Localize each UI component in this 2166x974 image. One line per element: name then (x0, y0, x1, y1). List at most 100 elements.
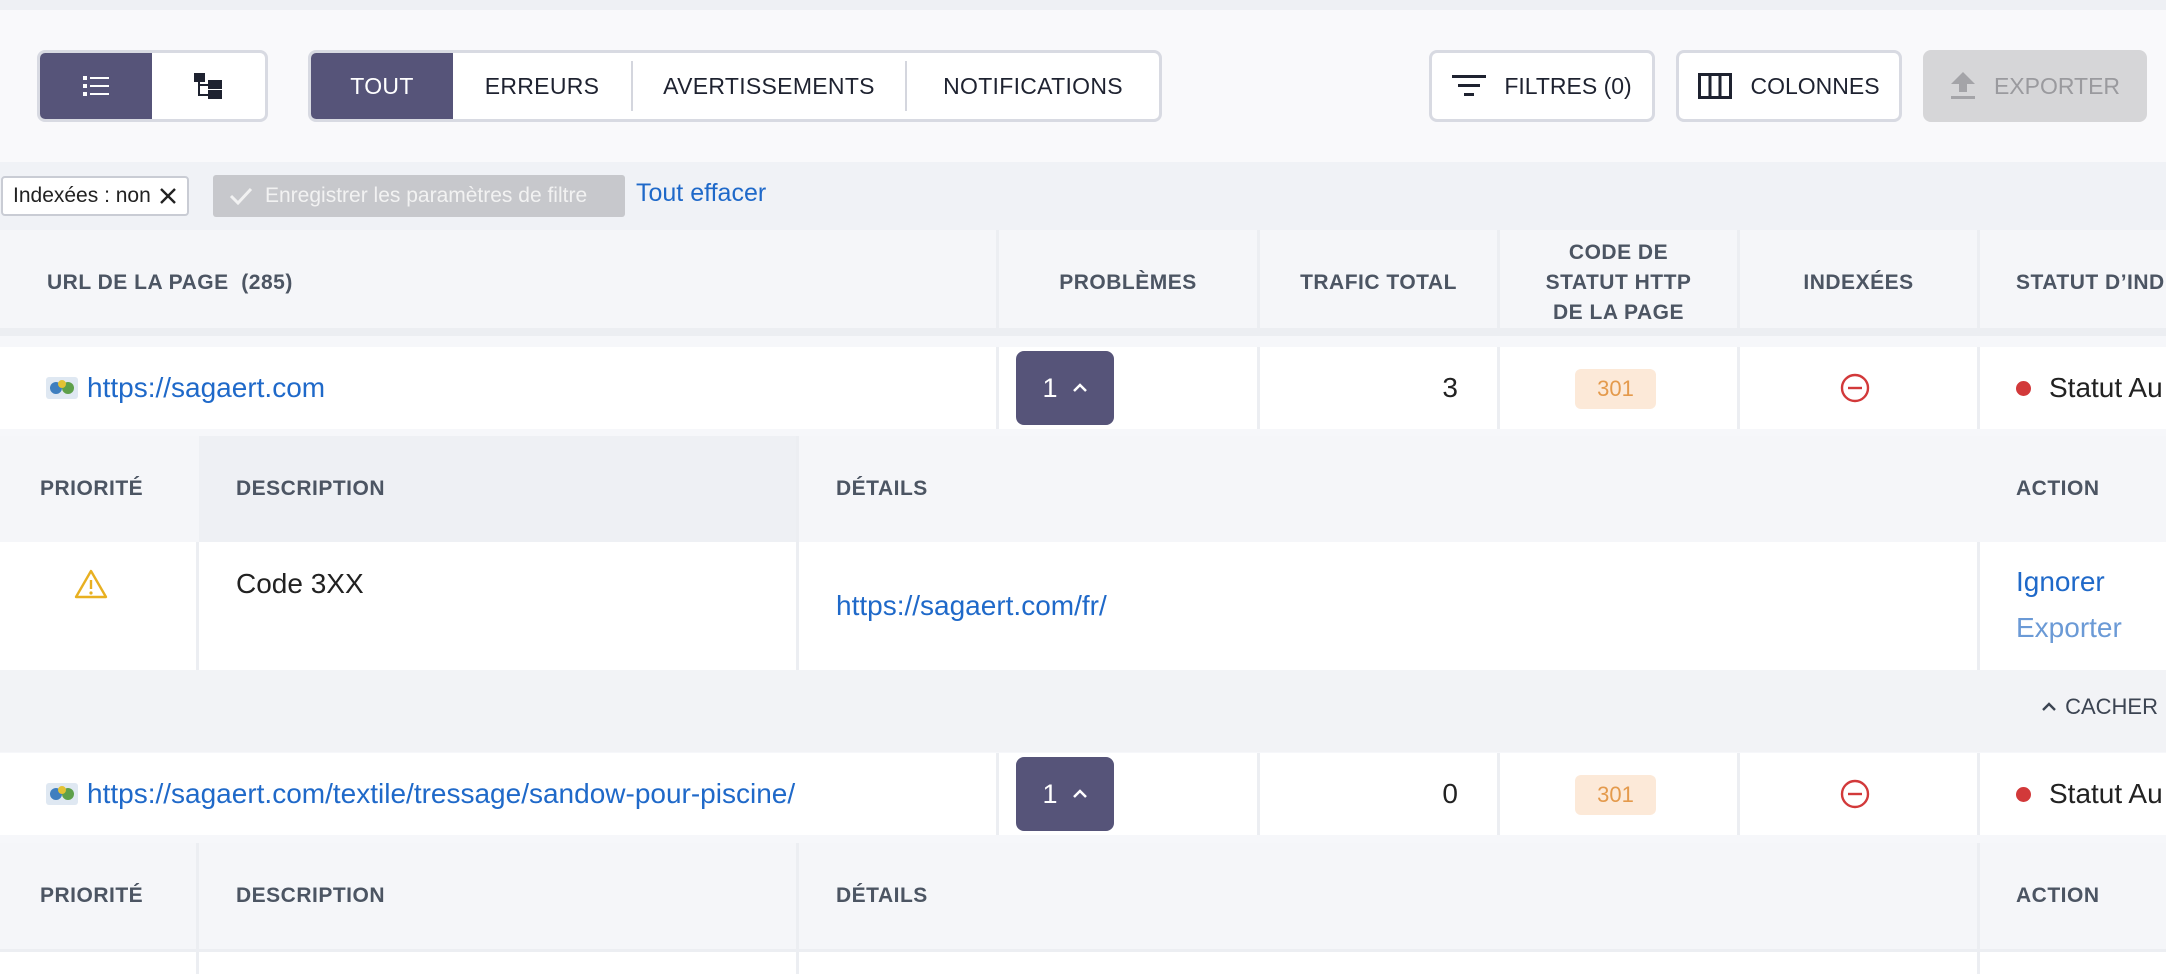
page-url-link[interactable]: https://sagaert.com (45, 347, 325, 429)
issue-description: Code 3XX (236, 568, 364, 599)
table-row: https://sagaert.com 1 3 301 Statut Au (0, 347, 2166, 429)
chevron-up-icon (1072, 789, 1088, 799)
save-filter-settings-button[interactable]: Enregistrer les paramètres de filtre (213, 175, 625, 217)
subcol-description: DESCRIPTION (236, 884, 386, 907)
column-divider (196, 542, 199, 670)
status-dot (2016, 786, 2031, 802)
table-header: URL DE LA PAGE (285) PROBLÈMES TRAFIC TO… (0, 230, 2166, 336)
columns-label: COLONNES (1750, 72, 1880, 99)
status-code-badge: 301 (1575, 775, 1656, 815)
export-label: EXPORTER (1993, 72, 2121, 99)
col-header-problems[interactable]: PROBLÈMES (999, 230, 1257, 336)
subcol-priority: PRIORITÉ (40, 884, 144, 907)
tree-view-button[interactable] (152, 53, 264, 119)
column-divider (796, 952, 799, 974)
toolbar: TOUT ERREURS AVERTISSEMENTS NOTIFICATION… (0, 10, 2166, 162)
status-code-badge: 301 (1575, 369, 1656, 409)
filter-chip-label: Indexées : non (13, 184, 151, 207)
column-divider (196, 952, 199, 974)
page-url-link[interactable]: https://sagaert.com/textile/tressage/san… (45, 753, 795, 835)
tab-tout[interactable]: TOUT (311, 53, 453, 119)
favicon-icon (45, 373, 79, 403)
check-icon (229, 187, 253, 205)
issue-row (0, 949, 2166, 974)
col-header-status-code[interactable]: CODE DE STATUT HTTP DE LA PAGE (1500, 230, 1737, 336)
filters-label: FILTRES (0) (1504, 72, 1632, 99)
traffic-value: 0 (1442, 778, 1458, 809)
filter-icon (1452, 74, 1487, 98)
problems-toggle-button[interactable]: 1 (1016, 757, 1114, 831)
index-status: Statut Au (2016, 347, 2163, 429)
favicon-icon (45, 779, 79, 809)
ignore-link[interactable]: Ignorer (2016, 562, 2105, 602)
list-icon (83, 75, 109, 97)
list-view-button[interactable] (40, 53, 152, 119)
subcol-action: ACTION (2016, 477, 2100, 500)
page: TOUT ERREURS AVERTISSEMENTS NOTIFICATION… (0, 0, 2166, 974)
active-filters-bar: Indexées : non Enregistrer les paramètre… (0, 162, 2166, 230)
tab-avertissements[interactable]: AVERTISSEMENTS (633, 53, 905, 119)
problems-count: 1 (1042, 372, 1058, 403)
hide-button[interactable]: CACHER (2041, 694, 2158, 720)
tab-erreurs[interactable]: ERREURS (453, 53, 631, 119)
warning-icon (74, 564, 108, 604)
not-indexed-icon (1840, 753, 1870, 835)
tab-notifications[interactable]: NOTIFICATIONS (907, 53, 1159, 119)
severity-tabs: TOUT ERREURS AVERTISSEMENTS NOTIFICATION… (308, 50, 1162, 122)
column-divider (196, 843, 199, 949)
problems-count: 1 (1042, 778, 1058, 809)
columns-icon (1698, 73, 1733, 99)
column-divider (796, 542, 799, 670)
index-status-text: Statut Au (2049, 778, 2163, 809)
column-divider (996, 753, 999, 835)
column-divider (1257, 347, 1260, 429)
close-icon[interactable] (159, 187, 177, 205)
subcol-action: ACTION (2016, 884, 2100, 907)
column-divider (1737, 753, 1740, 835)
tree-icon (194, 73, 222, 99)
issues-subtable-header: PRIORITÉ DESCRIPTION DÉTAILS ACTION (0, 436, 2166, 542)
col-header-traffic[interactable]: TRAFIC TOTAL (1260, 230, 1497, 336)
column-divider (1737, 347, 1740, 429)
column-divider (1977, 952, 1980, 974)
column-divider (796, 436, 799, 542)
filter-chip-indexed[interactable]: Indexées : non (1, 176, 189, 216)
subcol-details: DÉTAILS (836, 884, 928, 907)
column-divider (1497, 753, 1500, 835)
column-divider (1257, 753, 1260, 835)
table-row: https://sagaert.com/textile/tressage/san… (0, 753, 2166, 835)
column-divider (1977, 753, 1980, 835)
chevron-up-icon (1072, 383, 1088, 393)
issue-row: Code 3XX https://sagaert.com/fr/ Ignorer… (0, 542, 2166, 670)
column-divider (1977, 347, 1980, 429)
index-status-text: Statut Au (2049, 372, 2163, 403)
subcol-priority: PRIORITÉ (40, 477, 144, 500)
hide-label: CACHER (2065, 694, 2158, 719)
subcol-description: DESCRIPTION (199, 436, 796, 542)
column-divider (996, 347, 999, 429)
view-toggle (37, 50, 268, 122)
chevron-up-icon (2041, 702, 2057, 712)
upload-icon (1950, 72, 1976, 100)
problems-toggle-button[interactable]: 1 (1016, 351, 1114, 425)
column-divider (796, 843, 799, 949)
top-strip (0, 0, 2166, 10)
not-indexed-icon (1840, 347, 1870, 429)
column-divider (1977, 230, 1980, 328)
issue-details-link[interactable]: https://sagaert.com/fr/ (836, 584, 1107, 628)
columns-button[interactable]: COLONNES (1676, 50, 1902, 122)
filters-button[interactable]: FILTRES (0) (1429, 50, 1655, 122)
column-divider (1977, 542, 1980, 670)
export-issue-link[interactable]: Exporter (2016, 608, 2122, 648)
clear-all-link[interactable]: Tout effacer (636, 179, 766, 208)
export-button[interactable]: EXPORTER (1923, 50, 2147, 122)
save-filter-label: Enregistrer les paramètres de filtre (265, 184, 588, 207)
col-header-index-status[interactable]: STATUT D’IND (2016, 230, 2165, 336)
col-header-indexed[interactable]: INDEXÉES (1740, 230, 1977, 336)
page-url-text: https://sagaert.com (87, 372, 326, 403)
column-divider (1497, 347, 1500, 429)
issues-subtable-header: PRIORITÉ DESCRIPTION DÉTAILS ACTION (0, 843, 2166, 949)
index-status: Statut Au (2016, 753, 2163, 835)
hide-row: CACHER (0, 670, 2166, 752)
col-header-url[interactable]: URL DE LA PAGE (285) (47, 230, 293, 336)
